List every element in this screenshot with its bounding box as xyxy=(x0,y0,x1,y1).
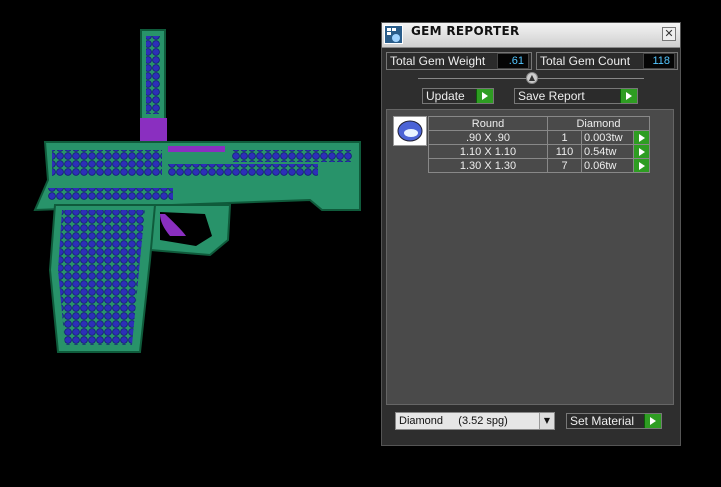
model-viewport[interactable] xyxy=(0,0,380,483)
gem-weight: 0.54tw xyxy=(581,144,634,159)
gun-model[interactable] xyxy=(0,0,380,483)
table-row[interactable]: .90 X .90 1 0.003tw xyxy=(428,130,650,145)
play-arrow-icon xyxy=(620,89,637,103)
slide-gems-left xyxy=(52,150,162,176)
play-arrow-icon xyxy=(476,89,493,103)
round-gem-icon[interactable] xyxy=(393,116,427,146)
slide-pin xyxy=(168,146,225,152)
set-material-button[interactable]: Set Material xyxy=(566,413,662,429)
titlebar[interactable]: GEM REPORTER ✕ xyxy=(382,23,680,48)
table-header-row: Round Diamond xyxy=(428,116,650,131)
gem-list-area[interactable]: Round Diamond .90 X .90 1 0.003tw 1.10 X… xyxy=(386,109,674,405)
collapse-icon[interactable]: ▲ xyxy=(526,72,538,84)
gem-count: 110 xyxy=(547,144,582,159)
gem-reporter-panel: GEM REPORTER ✕ Total Gem Weight .61 Tota… xyxy=(381,22,681,446)
update-button[interactable]: Update xyxy=(422,88,494,104)
bail-gems xyxy=(146,36,160,114)
table-row[interactable]: 1.10 X 1.10 110 0.54tw xyxy=(428,144,650,159)
save-report-label: Save Report xyxy=(518,89,585,103)
frame-gems xyxy=(48,188,173,200)
play-arrow-icon xyxy=(644,414,661,428)
chevron-down-icon[interactable]: ▼ xyxy=(539,413,554,429)
gem-count: 7 xyxy=(547,158,582,173)
set-material-label: Set Material xyxy=(570,414,635,428)
gem-table: Round Diamond .90 X .90 1 0.003tw 1.10 X… xyxy=(428,116,650,173)
table-row[interactable]: 1.30 X 1.30 7 0.06tw xyxy=(428,158,650,173)
gem-weight: 0.06tw xyxy=(581,158,634,173)
close-icon[interactable]: ✕ xyxy=(662,27,676,41)
play-arrow-icon[interactable] xyxy=(633,144,650,159)
total-weight-value: .61 xyxy=(497,53,529,69)
save-report-button[interactable]: Save Report xyxy=(514,88,638,104)
update-label: Update xyxy=(426,89,465,103)
slide-gems-right xyxy=(232,150,352,162)
grip-gems xyxy=(58,210,145,345)
play-arrow-icon[interactable] xyxy=(633,158,650,173)
header-shape: Round xyxy=(428,116,548,131)
play-arrow-icon[interactable] xyxy=(633,130,650,145)
gem-weight: 0.003tw xyxy=(581,130,634,145)
material-select-value: Diamond (3.52 spg) xyxy=(399,415,508,427)
slide-gems-mid xyxy=(168,164,318,176)
total-count-value: 118 xyxy=(643,53,675,69)
bail-hinge xyxy=(140,118,167,142)
gem-size: .90 X .90 xyxy=(428,130,548,145)
gem-count: 1 xyxy=(547,130,582,145)
header-material: Diamond xyxy=(547,116,650,131)
gem-size: 1.30 X 1.30 xyxy=(428,158,548,173)
gem-size: 1.10 X 1.10 xyxy=(428,144,548,159)
material-select[interactable]: Diamond (3.52 spg) ▼ xyxy=(395,412,555,430)
gem-reporter-icon xyxy=(384,25,403,44)
window-title: GEM REPORTER xyxy=(411,24,520,38)
